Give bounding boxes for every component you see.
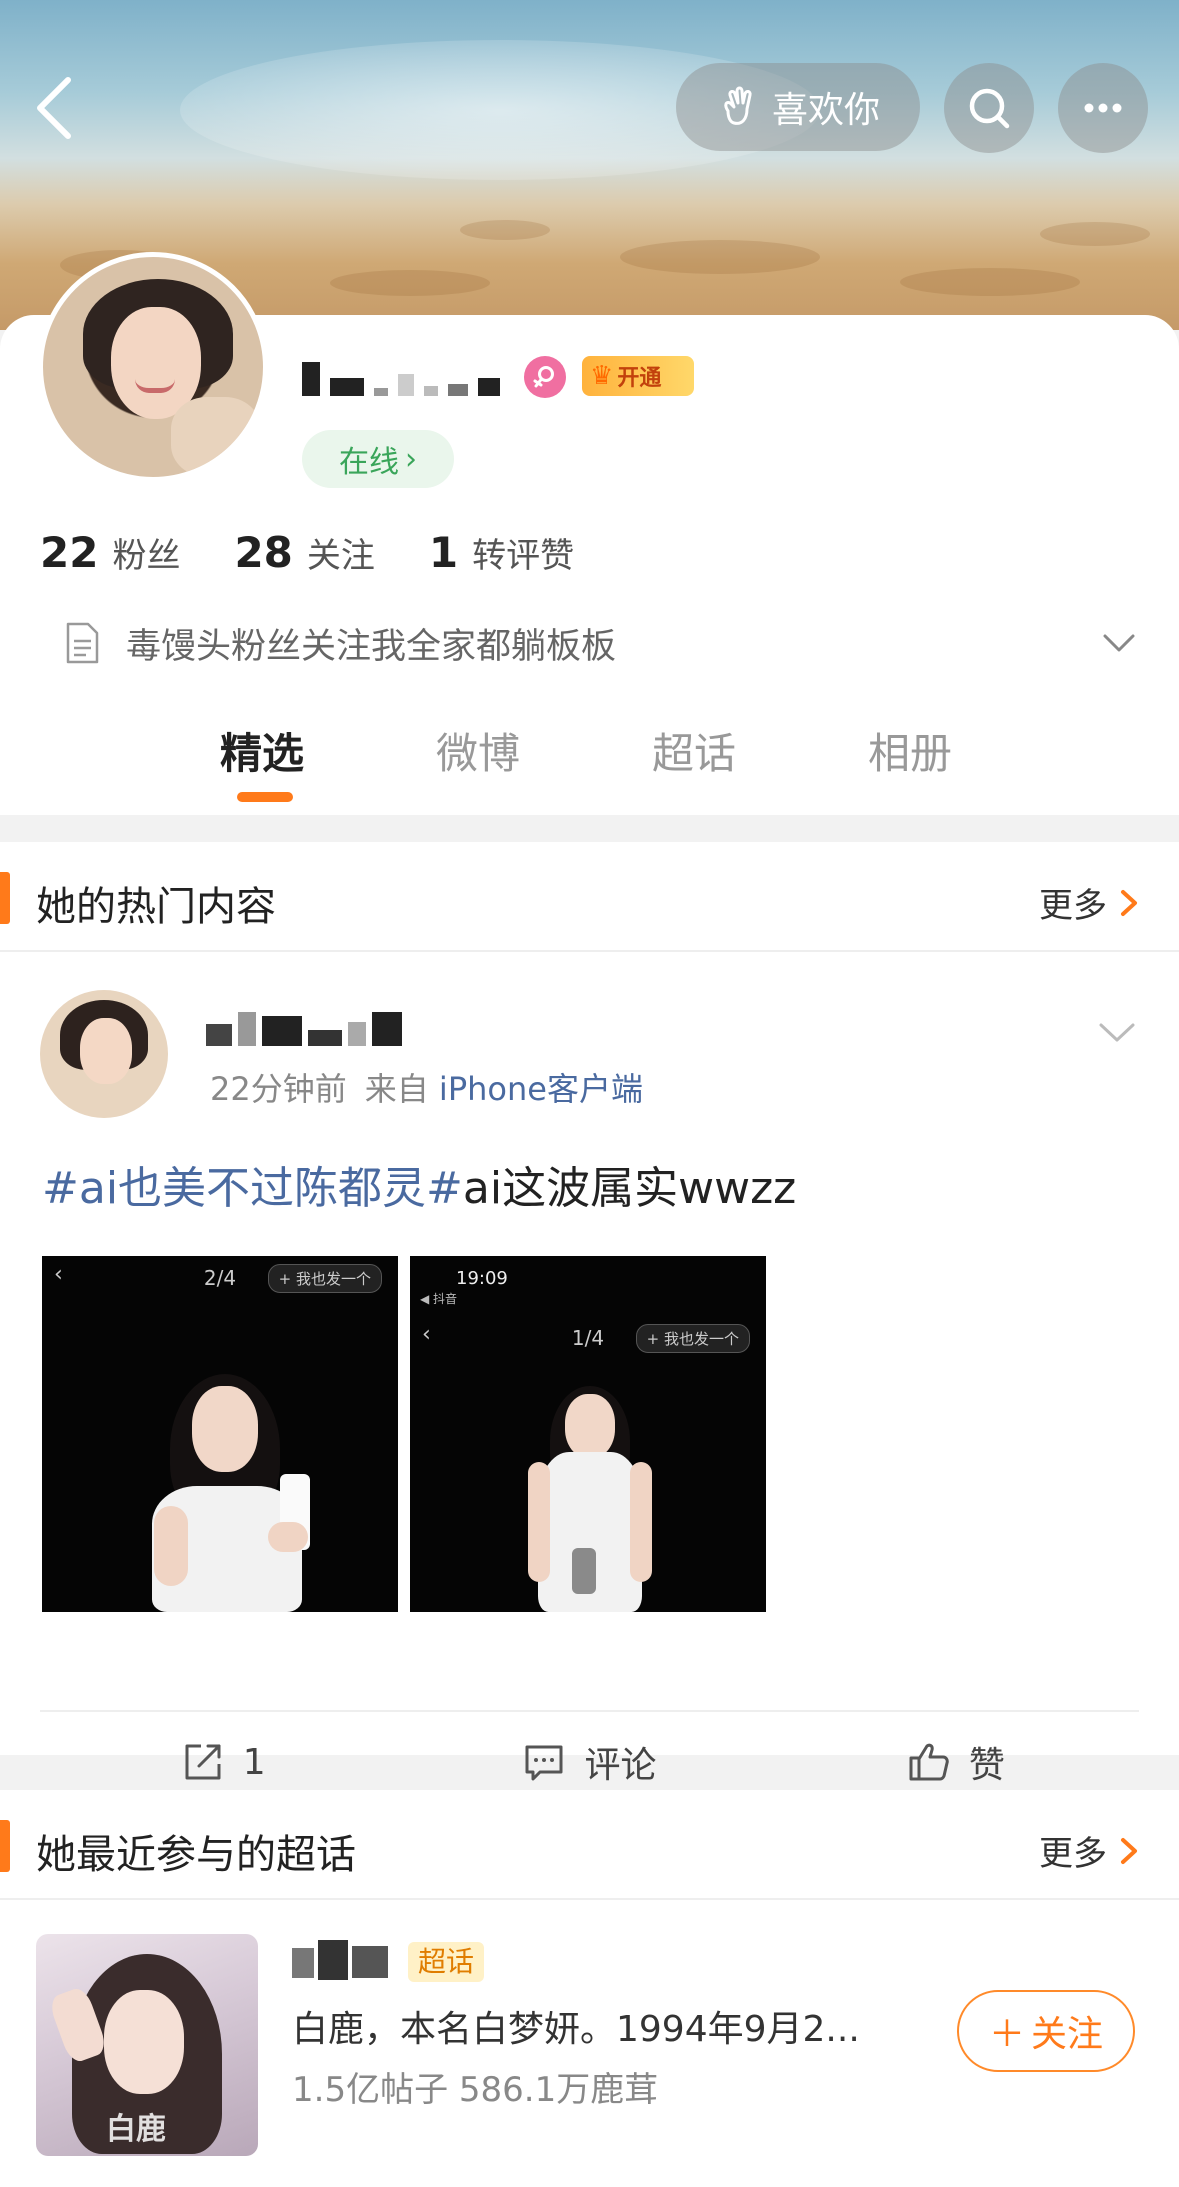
more-button[interactable]: 更多 bbox=[1039, 1826, 1143, 1875]
tab-weibo[interactable]: 微博 bbox=[436, 720, 520, 781]
hot-content-header: 她的热门内容 更多 bbox=[0, 842, 1179, 952]
post-author-name-redacted[interactable] bbox=[206, 1010, 402, 1046]
super-topic-badge: 超话 bbox=[408, 1942, 485, 1982]
section-accent-bar bbox=[0, 872, 10, 924]
post-time: 22分钟前 bbox=[210, 1070, 347, 1108]
super-topic-name-redacted[interactable] bbox=[292, 1940, 394, 1980]
repost-icon bbox=[185, 1744, 221, 1780]
bio-text: 毒馒头粉丝关注我全家都躺板板 bbox=[126, 626, 617, 667]
stat-number: 28 bbox=[234, 528, 293, 577]
stat-number: 1 bbox=[428, 528, 459, 577]
post-hashtag[interactable]: #ai也美不过陈都灵# bbox=[42, 1163, 463, 1214]
image-add-label: + 我也发一个 bbox=[267, 1264, 382, 1293]
profile-tabs: 精选 微博 超话 相册 bbox=[0, 700, 1179, 810]
topic-image-watermark: 白鹿 bbox=[106, 2112, 166, 2147]
username-redacted bbox=[302, 360, 500, 396]
post-image-1[interactable]: ‹ 2/4 + 我也发一个 bbox=[42, 1256, 398, 1612]
back-button[interactable] bbox=[26, 72, 86, 142]
gender-female-badge bbox=[524, 356, 566, 398]
online-label: 在线 bbox=[339, 445, 399, 480]
search-button[interactable] bbox=[944, 63, 1034, 153]
image-status-time: 19:09 bbox=[456, 1268, 508, 1289]
super-topic-section: 她最近参与的超话 更多 白鹿 超话 白鹿，本名白梦妍。1994年9月2... 1… bbox=[0, 1790, 1179, 2187]
post-source-prefix: 来自 bbox=[364, 1070, 429, 1108]
super-topic-stats: 1.5亿帖子 586.1万鹿茸 bbox=[292, 2070, 659, 2110]
chevron-right-icon bbox=[1121, 889, 1137, 916]
post-meta: 22分钟前 来自 iPhone客户端 bbox=[210, 1064, 643, 1110]
more-options-button[interactable] bbox=[1058, 63, 1148, 153]
more-label: 更多 bbox=[1039, 886, 1107, 926]
section-title: 她的热门内容 bbox=[36, 884, 276, 930]
section-accent-bar bbox=[0, 1820, 10, 1872]
profile-avatar[interactable] bbox=[38, 252, 268, 482]
like-you-label: 喜欢你 bbox=[771, 90, 880, 131]
search-icon bbox=[969, 88, 1010, 129]
super-topic-image[interactable]: 白鹿 bbox=[36, 1934, 258, 2156]
more-label: 更多 bbox=[1039, 1834, 1107, 1874]
stat-followers[interactable]: 22 粉丝 bbox=[40, 528, 180, 577]
profile-bio[interactable]: 毒馒头粉丝关注我全家都躺板板 bbox=[62, 618, 1139, 668]
more-button[interactable]: 更多 bbox=[1039, 878, 1143, 927]
crown-icon: ♛ bbox=[590, 361, 614, 391]
image-status-app: ◀ 抖音 bbox=[420, 1292, 458, 1306]
chevron-left-icon bbox=[37, 77, 71, 139]
stat-interactions[interactable]: 1 转评赞 bbox=[429, 528, 574, 577]
follow-label: 关注 bbox=[1031, 2014, 1104, 2055]
stat-label: 转评赞 bbox=[472, 536, 575, 576]
hot-content-section: 她的热门内容 更多 22分钟前 来自 iPhone客户端 #ai也美不过陈都灵#… bbox=[0, 842, 1179, 1786]
tab-featured[interactable]: 精选 bbox=[220, 720, 304, 781]
thumbs-up-icon bbox=[909, 1743, 949, 1781]
post-author-avatar[interactable] bbox=[40, 990, 168, 1118]
tab-super-topic[interactable]: 超话 bbox=[652, 720, 736, 781]
like-you-button[interactable]: 喜欢你 bbox=[676, 63, 920, 151]
hand-wave-icon bbox=[724, 86, 752, 125]
stat-label: 粉丝 bbox=[112, 536, 181, 576]
active-tab-indicator bbox=[237, 792, 293, 802]
comment-label: 评论 bbox=[584, 1745, 657, 1786]
post-image-2[interactable]: 19:09 ◀ 抖音 ‹ 1/4 + 我也发一个 bbox=[410, 1256, 766, 1612]
chevron-down-icon[interactable] bbox=[1095, 1010, 1139, 1054]
comment-icon bbox=[525, 1745, 563, 1781]
super-topic-header: 她最近参与的超话 更多 bbox=[0, 1790, 1179, 1900]
plus-icon: ＋ bbox=[988, 2014, 1025, 2055]
document-icon bbox=[66, 622, 99, 664]
post-body: ai这波属实wwzz bbox=[462, 1163, 797, 1214]
follow-topic-button[interactable]: ＋ 关注 bbox=[957, 1990, 1135, 2072]
vip-open-badge[interactable]: ♛ 开通 bbox=[582, 356, 694, 396]
image-add-label: + 我也发一个 bbox=[635, 1324, 750, 1353]
repost-count: 1 bbox=[242, 1741, 266, 1783]
chevron-right-icon: › bbox=[405, 441, 417, 477]
profile-stats: 22 粉丝 28 关注 1 转评赞 bbox=[40, 528, 574, 577]
more-dots-icon bbox=[1084, 103, 1122, 113]
stat-following[interactable]: 28 关注 bbox=[234, 528, 374, 577]
online-status-pill[interactable]: 在线 › bbox=[302, 430, 454, 488]
chevron-right-icon bbox=[1121, 1837, 1137, 1864]
female-icon bbox=[533, 366, 554, 388]
vip-open-label: 开通 bbox=[617, 366, 662, 391]
post-source-client[interactable]: iPhone客户端 bbox=[439, 1070, 643, 1108]
stat-label: 关注 bbox=[306, 536, 375, 576]
stat-number: 22 bbox=[40, 528, 99, 577]
post-text: #ai也美不过陈都灵#ai这波属实wwzz bbox=[42, 1152, 796, 1216]
like-label: 赞 bbox=[968, 1745, 1005, 1786]
section-title: 她最近参与的超话 bbox=[36, 1832, 356, 1878]
super-topic-description: 白鹿，本名白梦妍。1994年9月2... bbox=[292, 2009, 860, 2050]
chevron-down-icon[interactable] bbox=[1099, 623, 1139, 663]
tab-album[interactable]: 相册 bbox=[868, 720, 952, 781]
